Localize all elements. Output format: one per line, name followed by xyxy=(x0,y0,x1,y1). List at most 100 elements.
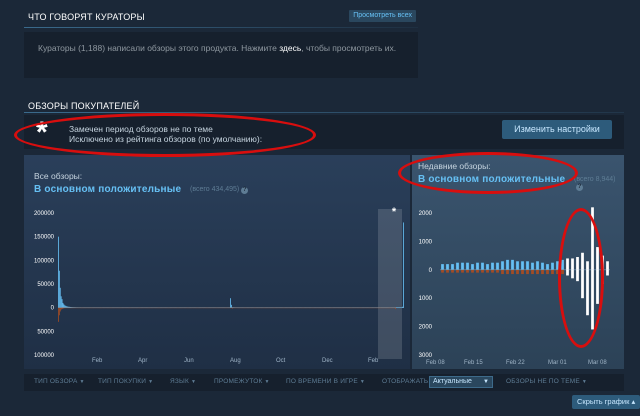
negative-bar xyxy=(290,307,292,309)
negative-bar xyxy=(126,307,128,309)
filter-playtime[interactable]: ПО ВРЕМЕНИ В ИГРЕ ▼ xyxy=(286,378,365,385)
positive-bar xyxy=(401,307,403,309)
negative-bar xyxy=(133,307,135,309)
positive-bar xyxy=(531,262,534,270)
negative-bar xyxy=(346,307,347,309)
negative-bar xyxy=(159,307,161,309)
filter-review-type[interactable]: ТИП ОБЗОРА ▼ xyxy=(34,378,85,385)
negative-bar xyxy=(86,307,87,309)
negative-bar xyxy=(123,307,125,309)
filter-purchase-type[interactable]: ТИП ПОКУПКИ ▼ xyxy=(98,378,153,385)
negative-bar xyxy=(389,307,391,309)
negative-bar xyxy=(65,307,67,309)
y-tick-label: 100000 xyxy=(34,258,55,264)
negative-bar xyxy=(335,307,337,309)
filter-language[interactable]: ЯЗЫК ▼ xyxy=(170,378,196,385)
y-tick-label: 50000 xyxy=(37,329,54,335)
negative-bar xyxy=(486,269,489,273)
filter-purchase-type-label: ТИП ПОКУПКИ xyxy=(98,378,147,385)
negative-bar xyxy=(58,307,59,322)
x-tick-label: Apr xyxy=(138,358,147,364)
negative-bar xyxy=(279,307,281,309)
negative-bar xyxy=(165,307,167,309)
positive-bar xyxy=(69,306,71,308)
negative-bar xyxy=(526,269,529,275)
negative-bar xyxy=(142,307,144,309)
negative-bar xyxy=(150,307,152,309)
negative-bar xyxy=(385,307,387,309)
positive-bar xyxy=(62,302,64,308)
negative-bar xyxy=(181,307,183,309)
negative-bar xyxy=(89,307,91,309)
negative-bar xyxy=(147,307,149,309)
change-settings-button[interactable]: Изменить настройки xyxy=(502,120,612,139)
negative-bar xyxy=(358,307,360,309)
negative-bar xyxy=(476,269,479,273)
negative-bar xyxy=(203,307,205,309)
negative-bar xyxy=(282,307,284,309)
negative-bar xyxy=(135,307,137,309)
negative-bar xyxy=(128,307,130,309)
negative-bar xyxy=(501,269,504,275)
negative-bar xyxy=(318,307,320,309)
negative-bar xyxy=(170,307,172,309)
negative-bar xyxy=(72,307,74,309)
negative-bar xyxy=(338,307,340,309)
filter-offtopic[interactable]: ОБЗОРЫ НЕ ПО ТЕМЕ ▼ xyxy=(506,378,587,385)
negative-bar xyxy=(85,307,87,309)
curators-here-link[interactable]: здесь xyxy=(279,43,301,53)
negative-bar xyxy=(256,307,258,309)
negative-bar xyxy=(81,307,83,309)
hide-graph-button[interactable]: Скрыть график ▴ xyxy=(572,395,640,409)
negative-bar xyxy=(301,307,303,309)
negative-bar xyxy=(102,307,104,309)
negative-bar xyxy=(67,307,68,309)
negative-bar xyxy=(359,307,361,309)
negative-bar xyxy=(315,307,317,309)
y-tick-label: 0 xyxy=(51,306,55,312)
negative-bar xyxy=(96,307,98,309)
display-select[interactable]: Актуальные ▼ xyxy=(429,376,493,388)
negative-bar xyxy=(354,307,356,309)
negative-bar xyxy=(112,307,114,309)
y-tick-label: 1000 xyxy=(419,239,433,245)
negative-bar xyxy=(366,307,368,309)
negative-bar xyxy=(259,307,260,309)
x-tick-label: Feb 08 xyxy=(426,360,445,366)
positive-bar xyxy=(231,304,232,308)
negative-bar xyxy=(250,307,252,309)
negative-bar xyxy=(344,307,346,309)
negative-bar xyxy=(248,307,250,309)
filter-review-type-label: ТИП ОБЗОРА xyxy=(34,378,78,385)
negative-bar xyxy=(254,307,256,309)
negative-bar xyxy=(393,307,394,309)
negative-bar xyxy=(332,307,334,309)
excluded-period-highlight xyxy=(378,209,402,359)
negative-bar xyxy=(293,307,295,309)
positive-bar xyxy=(58,236,59,308)
negative-bar xyxy=(144,307,146,309)
negative-bar xyxy=(70,307,72,309)
negative-bar xyxy=(231,307,233,309)
negative-bar xyxy=(382,307,384,309)
negative-bar xyxy=(284,307,286,309)
negative-bar xyxy=(233,307,235,309)
negative-bar xyxy=(169,307,171,309)
positive-bar xyxy=(576,257,579,270)
negative-bar xyxy=(185,307,187,309)
filter-date-range[interactable]: ПРОМЕЖУТОК ▼ xyxy=(214,378,270,385)
negative-bar xyxy=(184,307,186,309)
negative-bar xyxy=(82,307,84,309)
negative-bar xyxy=(187,307,189,309)
negative-bar xyxy=(274,307,276,309)
negative-bar xyxy=(376,307,378,309)
negative-bar xyxy=(386,307,388,309)
see-all-curators-button[interactable]: Просмотреть всех xyxy=(349,10,416,22)
negative-bar xyxy=(227,307,229,309)
negative-bar xyxy=(61,307,63,310)
negative-bar xyxy=(339,307,341,309)
filter-language-label: ЯЗЫК xyxy=(170,378,189,385)
positive-bar xyxy=(60,296,62,308)
negative-bar xyxy=(100,307,102,309)
negative-bar xyxy=(158,307,160,309)
